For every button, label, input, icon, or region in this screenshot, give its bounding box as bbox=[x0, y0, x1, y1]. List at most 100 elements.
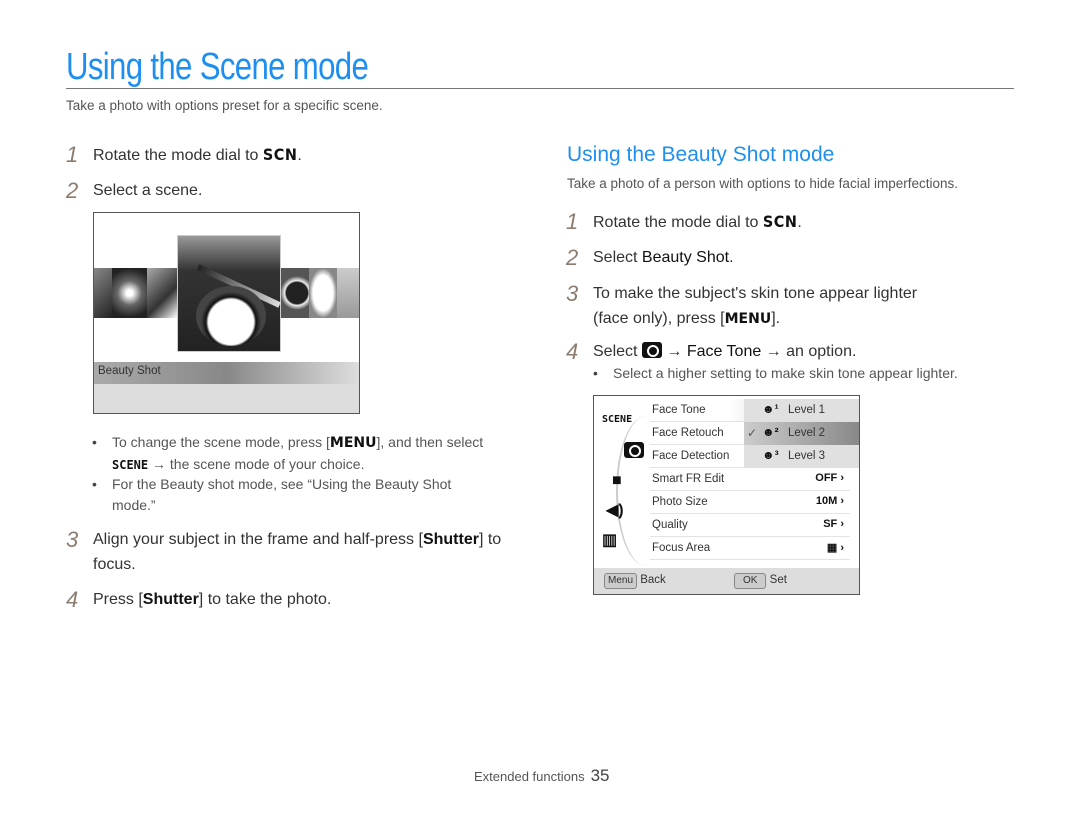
right-step-2: 2 Select Beauty Shot. bbox=[566, 245, 734, 270]
step-text: Select a scene. bbox=[93, 182, 203, 199]
step-punct: . bbox=[729, 249, 734, 266]
right-step-3: 3 To make the subject's skin tone appear… bbox=[566, 281, 946, 332]
step-text: Rotate the mode dial to bbox=[593, 214, 763, 231]
step-punct: . bbox=[797, 214, 802, 231]
bullet-text: ], and then select bbox=[376, 434, 484, 450]
display-icon[interactable]: ▥ bbox=[602, 530, 617, 550]
menu-item-value: 10M › bbox=[815, 495, 844, 507]
step-punct: . bbox=[297, 147, 302, 164]
step-text: → an option. bbox=[761, 343, 857, 360]
set-button[interactable]: OK Set bbox=[734, 573, 787, 589]
shutter-key: Shutter bbox=[422, 531, 479, 548]
option-label: Level 3 bbox=[788, 450, 826, 462]
menu-item-label: Focus Area bbox=[652, 542, 711, 554]
step-number: 1 bbox=[566, 209, 579, 234]
beauty-shot-label: Beauty Shot bbox=[641, 249, 730, 266]
beauty-shot-thumb[interactable] bbox=[177, 235, 281, 352]
menu-item-smart-fr-edit[interactable]: Smart FR Edit OFF › bbox=[650, 468, 850, 491]
left-step-3: 3 Align your subject in the frame and ha… bbox=[66, 527, 506, 577]
page-number: 35 bbox=[590, 766, 610, 785]
step-number: 4 bbox=[566, 339, 579, 364]
step-text: Select bbox=[593, 249, 642, 266]
section-name: Extended functions bbox=[474, 769, 585, 784]
menu-item-photo-size[interactable]: Photo Size 10M › bbox=[650, 491, 850, 514]
submenu-option-level-3[interactable]: ☻³ Level 3 bbox=[744, 445, 859, 468]
left-step-4: 4 Press [Shutter] to take the photo. bbox=[66, 587, 331, 612]
right-bullet: Select a higher setting to make skin ton… bbox=[593, 363, 958, 384]
step-number: 3 bbox=[66, 527, 79, 552]
camera-menu-screen: SCENE ■ ◀) ▥ Face Tone Face Retouch Face… bbox=[593, 395, 860, 595]
menu-item-label: Face Retouch bbox=[652, 427, 724, 439]
face-tone-label: Face Tone bbox=[686, 343, 762, 360]
compact-mirror-icon bbox=[196, 286, 266, 346]
submenu-option-level-2[interactable]: ✓ ☻² Level 2 bbox=[744, 422, 859, 445]
menu-item-label: Photo Size bbox=[652, 496, 708, 508]
camera-icon bbox=[641, 342, 662, 358]
menu-item-value: SF › bbox=[823, 518, 844, 530]
scene-thumb[interactable] bbox=[279, 268, 309, 318]
page-title: Using the Scene mode bbox=[66, 46, 369, 88]
menu-item-label: Smart FR Edit bbox=[652, 473, 725, 485]
menu-item-value: OFF › bbox=[815, 472, 844, 484]
menu-key-icon: Menu bbox=[604, 573, 638, 589]
step-punct: ]. bbox=[771, 310, 781, 327]
scene-thumb[interactable] bbox=[147, 268, 177, 318]
step-text: Align your subject in the frame and half… bbox=[93, 531, 423, 548]
scene-label-bar: Beauty Shot bbox=[94, 362, 359, 384]
set-label: Set bbox=[769, 574, 787, 586]
step-text: ] to take the photo. bbox=[198, 591, 332, 608]
left-bullet-2: For the Beauty shot mode, see “Using the… bbox=[92, 474, 492, 516]
right-step-4: 4 Select → Face Tone → an option. bbox=[566, 339, 856, 364]
menu-item-label: Face Tone bbox=[652, 404, 706, 416]
scene-bottom-bar bbox=[94, 384, 359, 413]
step-text: Press [ bbox=[93, 591, 143, 608]
sound-icon[interactable]: ◀) bbox=[606, 500, 624, 520]
menu-key: MENU bbox=[724, 311, 772, 327]
scene-thumb[interactable] bbox=[112, 268, 147, 318]
left-bullet-1: To change the scene mode, press [MENU], … bbox=[92, 432, 512, 476]
menu-item-value: ▦ › bbox=[826, 542, 844, 554]
step-text: Select bbox=[593, 343, 642, 360]
bullet-text: To change the scene mode, press [ bbox=[112, 434, 330, 450]
section-subtitle: Take a photo of a person with options to… bbox=[567, 176, 958, 191]
check-icon: ✓ bbox=[747, 426, 758, 440]
bullet-text: → the scene mode of your choice. bbox=[148, 456, 365, 472]
submenu-option-level-1[interactable]: ☻¹ Level 1 bbox=[744, 399, 859, 422]
left-step-2: 2 Select a scene. bbox=[66, 178, 202, 203]
menu-item-label: Face Detection bbox=[652, 450, 730, 462]
ok-key-icon: OK bbox=[734, 573, 767, 589]
face-tone-icon: ☻³ bbox=[762, 448, 779, 462]
camera-icon[interactable] bbox=[624, 442, 644, 459]
step-number: 1 bbox=[66, 142, 79, 167]
menu-item-quality[interactable]: Quality SF › bbox=[650, 514, 850, 537]
scene-selection-screen: Beauty Shot bbox=[93, 212, 360, 414]
menu-item-focus-area[interactable]: Focus Area ▦ › bbox=[650, 537, 850, 560]
back-label: Back bbox=[640, 574, 666, 586]
back-button[interactable]: Menu Back bbox=[604, 573, 666, 589]
menu-footer: Menu Back OK Set bbox=[594, 568, 859, 594]
title-divider bbox=[66, 88, 1014, 89]
arrow: → bbox=[661, 343, 687, 360]
menu-key: MENU bbox=[329, 435, 377, 451]
step-number: 4 bbox=[66, 587, 79, 612]
shutter-key: Shutter bbox=[142, 591, 199, 608]
step-text: Rotate the mode dial to bbox=[93, 147, 263, 164]
step-number: 2 bbox=[66, 178, 79, 203]
video-icon[interactable]: ■ bbox=[612, 472, 622, 490]
scene-thumb[interactable] bbox=[94, 268, 112, 318]
scene-thumb[interactable] bbox=[309, 268, 337, 318]
right-step-1: 1 Rotate the mode dial to SCN. bbox=[566, 209, 802, 235]
option-label: Level 2 bbox=[788, 427, 826, 439]
step-number: 3 bbox=[566, 281, 579, 306]
scn-mode-label: SCN bbox=[262, 145, 298, 164]
left-step-1: 1 Rotate the mode dial to SCN. bbox=[66, 142, 302, 168]
option-label: Level 1 bbox=[788, 404, 826, 416]
face-tone-submenu: ☻¹ Level 1 ✓ ☻² Level 2 ☻³ Level 3 bbox=[744, 399, 859, 468]
scene-thumb[interactable] bbox=[337, 268, 359, 318]
step-number: 2 bbox=[566, 245, 579, 270]
section-title: Using the Beauty Shot mode bbox=[567, 143, 835, 166]
scene-icon[interactable]: SCENE bbox=[602, 414, 632, 425]
page-footer: Extended functions 35 bbox=[474, 766, 610, 786]
page-subtitle: Take a photo with options preset for a s… bbox=[66, 98, 383, 113]
scene-menu-icon: SCENE bbox=[112, 458, 149, 472]
